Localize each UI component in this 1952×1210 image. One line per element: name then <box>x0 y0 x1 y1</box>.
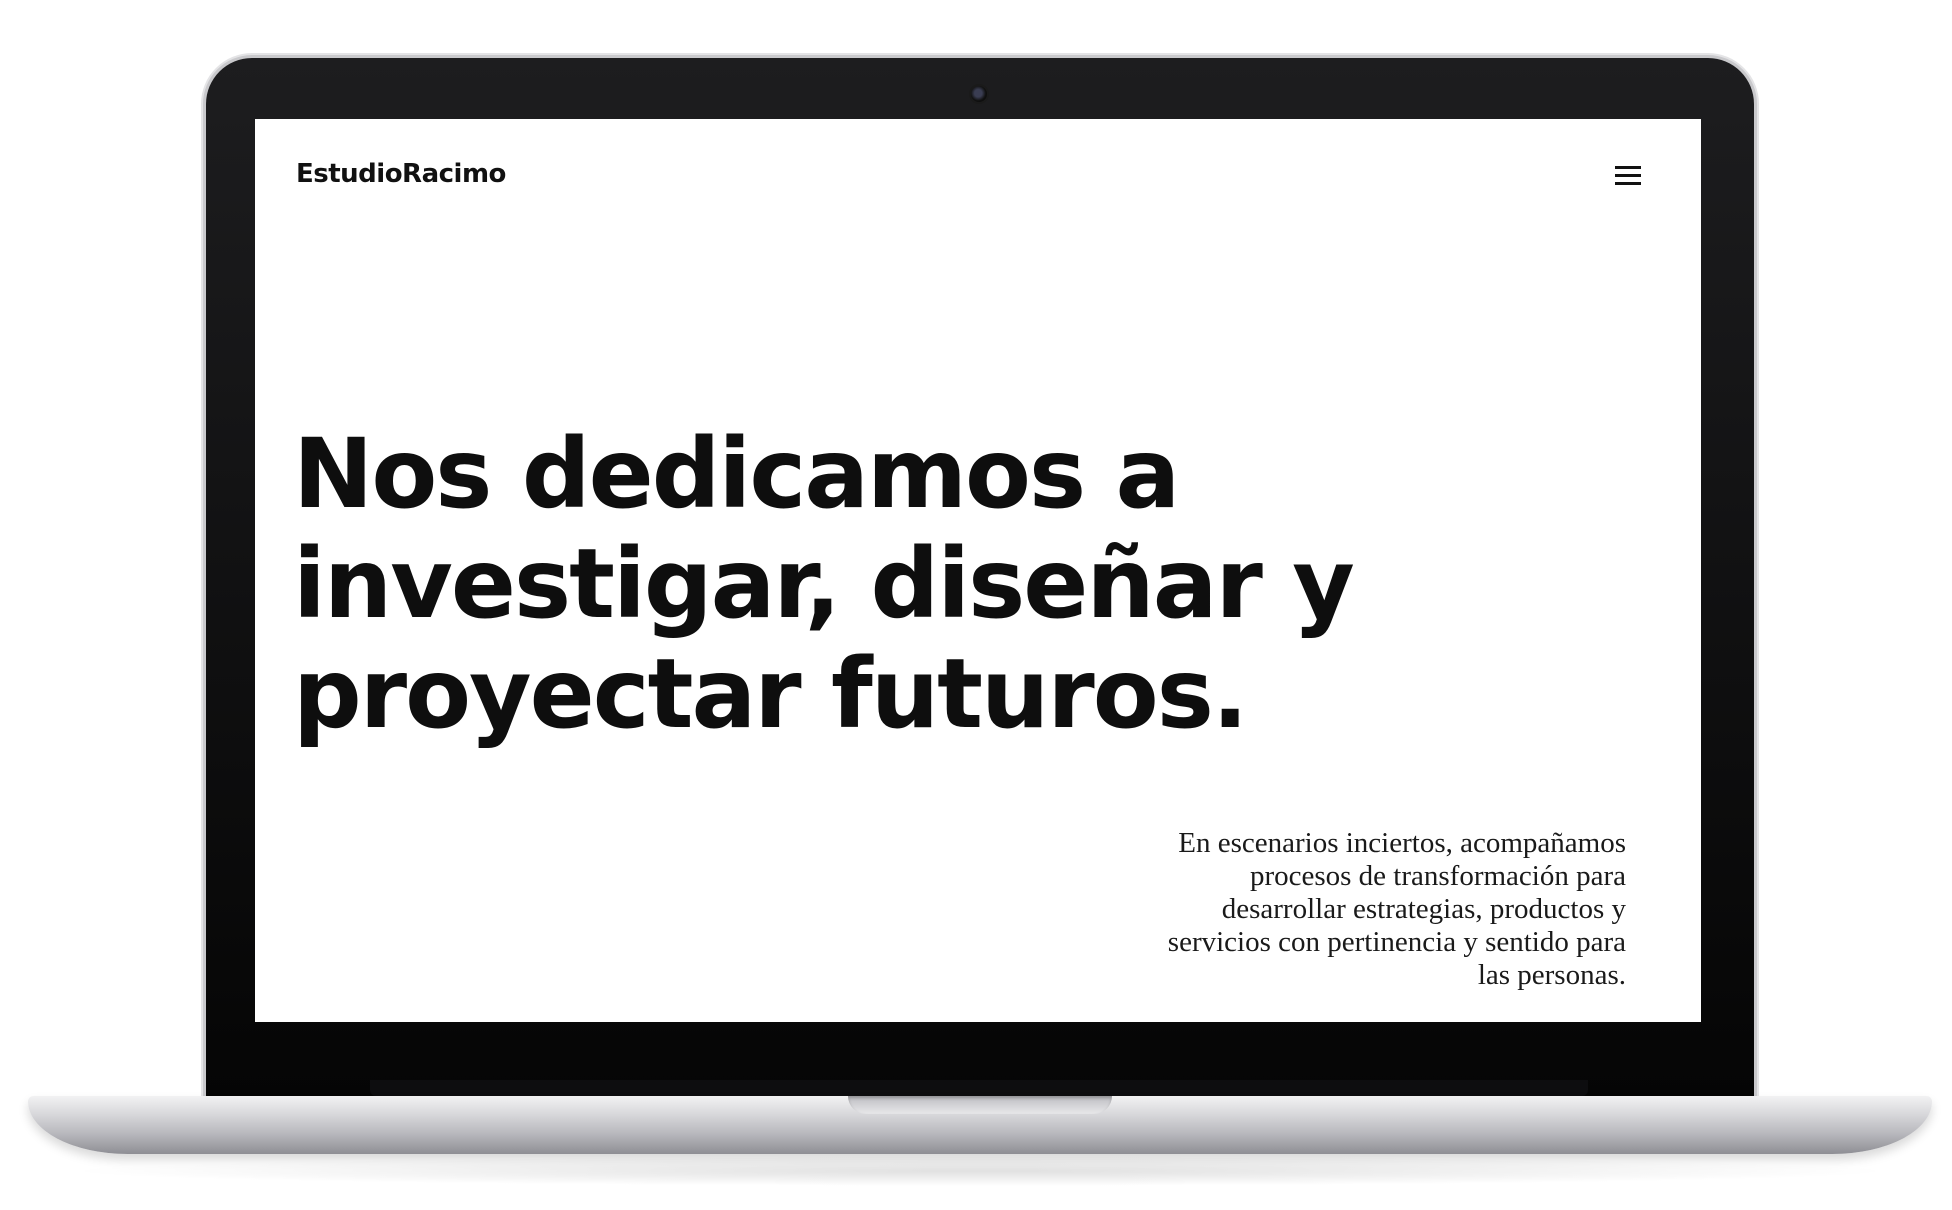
headline-line: Nos dedicamos a <box>293 418 1180 530</box>
laptop-opening-notch <box>848 1096 1112 1114</box>
intro-line: desarrollar estrategias, productos y <box>1221 893 1626 925</box>
hero-headline: Nos dedicamos a investigar, diseñar y pr… <box>293 419 1393 749</box>
menu-bar <box>1615 182 1641 185</box>
menu-bar <box>1615 174 1641 177</box>
laptop-shadow <box>60 1156 1900 1186</box>
laptop-hinge <box>370 1080 1588 1096</box>
webcam-icon <box>971 86 987 102</box>
hamburger-menu-icon[interactable] <box>1613 163 1645 189</box>
intro-line: las personas. <box>1477 959 1626 991</box>
browser-screen: EstudioRacimo Nos dedicamos a investigar… <box>255 119 1701 1022</box>
intro-line: procesos de transformación para <box>1249 860 1626 892</box>
menu-bar <box>1615 166 1641 169</box>
intro-line: servicios con pertinencia y sentido para <box>1167 926 1626 958</box>
site-logo[interactable]: EstudioRacimo <box>296 159 506 189</box>
headline-line: proyectar futuros. <box>293 638 1248 750</box>
intro-line: En escenarios inciertos, acompañamos <box>1178 827 1626 859</box>
laptop-mockup: EstudioRacimo Nos dedicamos a investigar… <box>0 0 1952 1210</box>
intro-paragraph: En escenarios inciertos, acompañamos pro… <box>1066 827 1626 992</box>
headline-line: investigar, diseñar y <box>293 528 1355 640</box>
